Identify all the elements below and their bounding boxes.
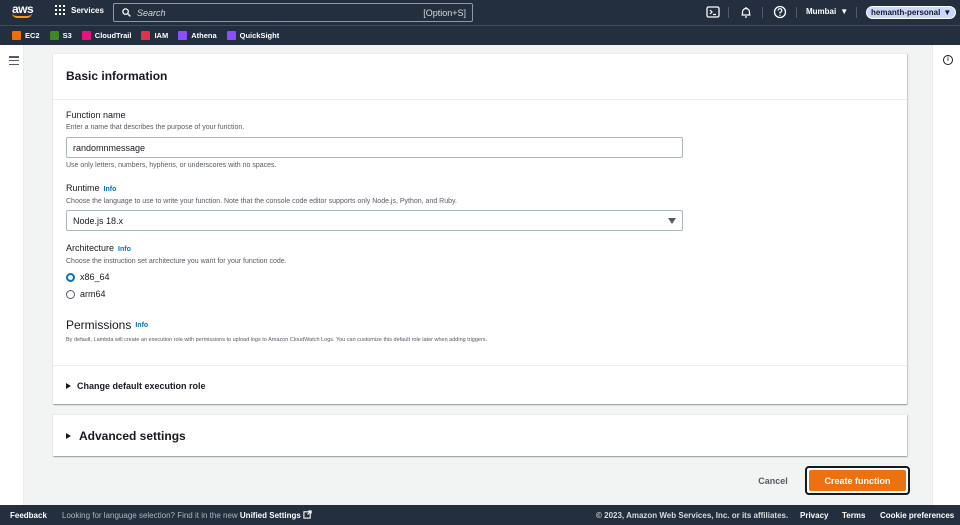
favorite-s3[interactable]: S3: [49, 31, 72, 40]
region-selector[interactable]: Mumbai ▼: [806, 7, 848, 16]
function-name-description: Enter a name that describes the purpose …: [66, 124, 245, 131]
iam-icon: [141, 31, 151, 40]
info-panel-icon[interactable]: i: [943, 55, 953, 65]
copyright: © 2023, Amazon Web Services, Inc. or its…: [596, 510, 789, 520]
radio-label: arm64: [80, 289, 106, 299]
ec2-icon: [12, 31, 21, 40]
favorite-athena[interactable]: Athena: [178, 31, 217, 40]
nav-divider: [856, 7, 857, 18]
aws-logo-text: aws: [12, 2, 34, 16]
radio-label: x86_64: [80, 272, 110, 282]
services-menu-button[interactable]: Services: [55, 5, 104, 15]
nav-divider: [762, 7, 763, 18]
s3-icon: [49, 31, 59, 40]
terms-link[interactable]: Terms: [842, 511, 865, 520]
favorite-label: IAM: [154, 31, 169, 40]
runtime-label: Runtime: [66, 183, 100, 193]
cloudtrail-icon: [81, 31, 91, 40]
panel-title: Basic information: [53, 54, 907, 100]
footer: Feedback Looking for language selection?…: [0, 505, 960, 525]
function-name-label: Function name: [66, 110, 126, 120]
top-navigation: aws Services [Option+S] Mumbai ▼ hemanth…: [0, 0, 960, 25]
favorite-quicksight[interactable]: QuickSight: [226, 31, 280, 40]
runtime-info-link[interactable]: Info: [104, 186, 117, 193]
radio-unselected-icon: [66, 289, 75, 299]
search-input[interactable]: [137, 7, 424, 18]
unified-settings-link[interactable]: Unified Settings: [240, 511, 301, 520]
notifications-bell-icon[interactable]: [739, 5, 753, 19]
favorite-label: CloudTrail: [94, 31, 132, 40]
runtime-value: Node.js 18.x: [73, 215, 124, 226]
search-icon: [122, 8, 131, 17]
architecture-label: Architecture: [66, 243, 115, 253]
language-notice: Looking for language selection? Find it …: [62, 510, 312, 520]
permissions-heading: Permissions: [66, 318, 132, 332]
function-name-input[interactable]: [66, 137, 683, 158]
advanced-settings-expander[interactable]: Advanced settings: [53, 414, 907, 456]
account-menu[interactable]: hemanth-personal ▼: [866, 6, 957, 19]
expander-label: Change default execution role: [77, 380, 206, 391]
search-shortcut: [Option+S]: [423, 7, 466, 18]
favorite-cloudtrail[interactable]: CloudTrail: [81, 31, 132, 40]
search-bar[interactable]: [Option+S]: [113, 3, 473, 22]
function-name-hint: Use only letters, numbers, hyphens, or u…: [66, 162, 277, 169]
language-notice-text: Looking for language selection? Find it …: [62, 511, 238, 520]
left-rail: [0, 45, 24, 505]
favorite-label: QuickSight: [239, 31, 280, 40]
grid-icon: [55, 5, 65, 15]
athena-icon: [178, 31, 188, 40]
create-function-button[interactable]: Create function: [805, 466, 910, 495]
expand-caret-icon: [66, 382, 71, 389]
permissions-description: By default, Lambda will create an execut…: [66, 337, 488, 343]
quicksight-icon: [226, 31, 236, 40]
advanced-settings-label: Advanced settings: [79, 428, 186, 443]
right-rail: [932, 45, 960, 505]
cloudshell-icon[interactable]: [706, 5, 720, 19]
caret-down-icon: [668, 217, 676, 224]
external-link-icon: [303, 510, 312, 519]
account-name: hemanth-personal: [871, 8, 941, 17]
radio-selected-icon: [66, 272, 75, 282]
create-function-label: Create function: [809, 470, 906, 491]
cancel-button[interactable]: Cancel: [748, 470, 798, 492]
help-icon[interactable]: [773, 5, 787, 19]
architecture-label-row: Architecture Info: [66, 243, 131, 253]
favorites-bar: EC2 S3 CloudTrail IAM Athena QuickSight: [0, 25, 960, 45]
privacy-link[interactable]: Privacy: [800, 511, 828, 520]
aws-logo[interactable]: aws: [12, 3, 34, 22]
menu-icon[interactable]: [9, 56, 19, 65]
nav-divider: [796, 7, 797, 18]
region-label: Mumbai: [806, 7, 837, 16]
cookie-preferences-link[interactable]: Cookie preferences: [880, 511, 954, 520]
radio-arm64[interactable]: arm64: [66, 289, 106, 299]
runtime-description: Choose the language to use to write your…: [66, 198, 457, 205]
permissions-heading-row: Permissions Info: [66, 318, 148, 332]
nav-divider: [728, 7, 729, 18]
architecture-description: Choose the instruction set architecture …: [66, 258, 287, 265]
runtime-label-row: Runtime Info: [66, 183, 116, 193]
radio-x86-64[interactable]: x86_64: [66, 272, 110, 282]
favorite-label: EC2: [25, 31, 40, 40]
favorite-ec2[interactable]: EC2: [12, 31, 40, 40]
permissions-info-link[interactable]: Info: [135, 322, 148, 329]
favorite-label: S3: [62, 31, 72, 40]
services-label: Services: [71, 5, 104, 15]
basic-information-panel: Basic information Function name Enter a …: [53, 53, 907, 404]
runtime-select[interactable]: Node.js 18.x: [66, 210, 683, 231]
architecture-info-link[interactable]: Info: [118, 246, 131, 253]
caret-down-icon: ▼: [943, 8, 952, 17]
favorite-iam[interactable]: IAM: [141, 31, 168, 40]
feedback-link[interactable]: Feedback: [10, 511, 47, 520]
expand-caret-icon: [66, 432, 71, 439]
favorite-label: Athena: [191, 31, 217, 40]
change-execution-role-expander[interactable]: Change default execution role: [53, 365, 907, 405]
caret-down-icon: ▼: [840, 7, 849, 16]
